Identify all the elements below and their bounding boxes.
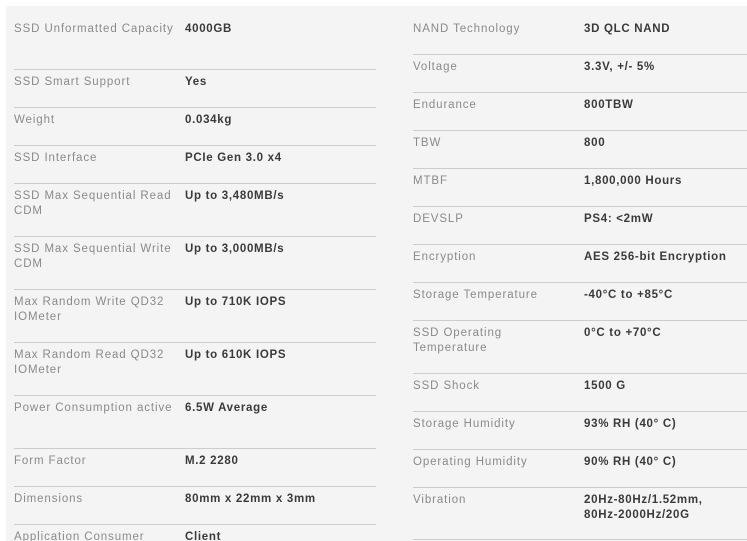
spec-value: Up to 710K IOPS bbox=[185, 296, 287, 308]
spec-label: DEVSLP bbox=[413, 213, 464, 225]
spec-value: 90% RH (40° C) bbox=[584, 456, 677, 468]
spec-value: 93% RH (40° C) bbox=[584, 418, 677, 430]
spec-row-ssd-shock: SSD Shock 1500 G bbox=[413, 374, 747, 412]
spec-label: SSD Interface bbox=[14, 152, 98, 164]
spec-row-max-random-write: Max Random Write QD32 IOMeter Up to 710K… bbox=[14, 290, 376, 343]
spec-row-max-sequential-read: SSD Max Sequential Read CDM Up to 3,480M… bbox=[14, 184, 376, 237]
spec-label: Dimensions bbox=[14, 493, 84, 505]
spec-row-power-consumption: Power Consumption active 6.5W Average bbox=[14, 396, 376, 449]
spec-column-left: SSD Unformatted Capacity 4000GB SSD Smar… bbox=[14, 17, 376, 541]
spec-row-nand-technology: NAND Technology 3D QLC NAND bbox=[413, 17, 747, 55]
spec-row-vibration: Vibration 20Hz-80Hz/1.52mm, 80Hz-2000Hz/… bbox=[413, 488, 747, 540]
spec-value: Up to 3,480MB/s bbox=[185, 190, 285, 202]
spec-label: Weight bbox=[14, 114, 55, 126]
spec-value: 80mm x 22mm x 3mm bbox=[185, 493, 316, 505]
spec-value: Yes bbox=[185, 76, 207, 88]
spec-value: M.2 2280 bbox=[185, 455, 239, 467]
spec-value: PCIe Gen 3.0 x4 bbox=[185, 152, 282, 164]
spec-label: NAND Technology bbox=[413, 23, 521, 35]
spec-value: 3D QLC NAND bbox=[584, 23, 671, 35]
spec-value: AES 256-bit Encryption bbox=[584, 251, 727, 263]
spec-label: Application Consumer bbox=[14, 531, 145, 541]
spec-value: 4000GB bbox=[185, 23, 233, 35]
spec-value: 800 bbox=[584, 137, 606, 149]
spec-row-ssd-smart-support: SSD Smart Support Yes bbox=[14, 70, 376, 108]
spec-panel: SSD Unformatted Capacity 4000GB SSD Smar… bbox=[6, 6, 747, 541]
spec-label: Power Consumption active bbox=[14, 402, 173, 414]
spec-label: MTBF bbox=[413, 175, 448, 187]
spec-value: 1,800,000 Hours bbox=[584, 175, 683, 187]
spec-label: SSD Max Sequential Read CDM bbox=[14, 190, 172, 217]
spec-label: Storage Humidity bbox=[413, 418, 516, 430]
spec-row-max-random-read: Max Random Read QD32 IOMeter Up to 610K … bbox=[14, 343, 376, 396]
spec-label: Storage Temperature bbox=[413, 289, 538, 301]
spec-row-storage-temperature: Storage Temperature -40°C to +85°C bbox=[413, 283, 747, 321]
spec-label: Form Factor bbox=[14, 455, 87, 467]
spec-label: Operating Humidity bbox=[413, 456, 528, 468]
spec-label: Endurance bbox=[413, 99, 477, 111]
spec-value: PS4: <2mW bbox=[584, 213, 654, 225]
spec-value: 1500 G bbox=[584, 380, 626, 392]
spec-row-voltage: Voltage 3.3V, +/- 5% bbox=[413, 55, 747, 93]
spec-label: Voltage bbox=[413, 61, 458, 73]
spec-row-ssd-interface: SSD Interface PCIe Gen 3.0 x4 bbox=[14, 146, 376, 184]
spec-row-encryption: Encryption AES 256-bit Encryption bbox=[413, 245, 747, 283]
spec-value: Up to 3,000MB/s bbox=[185, 243, 285, 255]
spec-row-mtbf: MTBF 1,800,000 Hours bbox=[413, 169, 747, 207]
spec-value: Up to 610K IOPS bbox=[185, 349, 287, 361]
spec-row-weight: Weight 0.034kg bbox=[14, 108, 376, 146]
spec-value: -40°C to +85°C bbox=[584, 289, 673, 301]
spec-row-storage-humidity: Storage Humidity 93% RH (40° C) bbox=[413, 412, 747, 450]
spec-label: Vibration bbox=[413, 494, 467, 506]
spec-label: Encryption bbox=[413, 251, 477, 263]
spec-row-application: Application Consumer Client bbox=[14, 525, 376, 541]
spec-value: 20Hz-80Hz/1.52mm, 80Hz-2000Hz/20G bbox=[584, 494, 703, 521]
spec-row-tbw: TBW 800 bbox=[413, 131, 747, 169]
spec-label: SSD Shock bbox=[413, 380, 480, 392]
spec-value: 3.3V, +/- 5% bbox=[584, 61, 655, 73]
spec-label: Max Random Read QD32 IOMeter bbox=[14, 349, 165, 376]
spec-row-devslp: DEVSLP PS4: <2mW bbox=[413, 207, 747, 245]
spec-label: SSD Operating Temperature bbox=[413, 327, 503, 354]
spec-value: 800TBW bbox=[584, 99, 634, 111]
spec-row-ssd-unformatted-capacity: SSD Unformatted Capacity 4000GB bbox=[14, 17, 376, 70]
spec-row-max-sequential-write: SSD Max Sequential Write CDM Up to 3,000… bbox=[14, 237, 376, 290]
spec-column-right: NAND Technology 3D QLC NAND Voltage 3.3V… bbox=[413, 17, 747, 540]
spec-row-endurance: Endurance 800TBW bbox=[413, 93, 747, 131]
spec-label: SSD Max Sequential Write CDM bbox=[14, 243, 172, 270]
spec-value: 0.034kg bbox=[185, 114, 233, 126]
spec-row-form-factor: Form Factor M.2 2280 bbox=[14, 449, 376, 487]
spec-row-operating-humidity: Operating Humidity 90% RH (40° C) bbox=[413, 450, 747, 488]
spec-row-dimensions: Dimensions 80mm x 22mm x 3mm bbox=[14, 487, 376, 525]
spec-label: TBW bbox=[413, 137, 442, 149]
spec-label: SSD Smart Support bbox=[14, 76, 131, 88]
spec-row-operating-temperature: SSD Operating Temperature 0°C to +70°C bbox=[413, 321, 747, 374]
spec-value: 6.5W Average bbox=[185, 402, 268, 414]
spec-value: 0°C to +70°C bbox=[584, 327, 662, 339]
spec-label: SSD Unformatted Capacity bbox=[14, 23, 174, 35]
spec-value: Client bbox=[185, 531, 222, 541]
spec-label: Max Random Write QD32 IOMeter bbox=[14, 296, 165, 323]
